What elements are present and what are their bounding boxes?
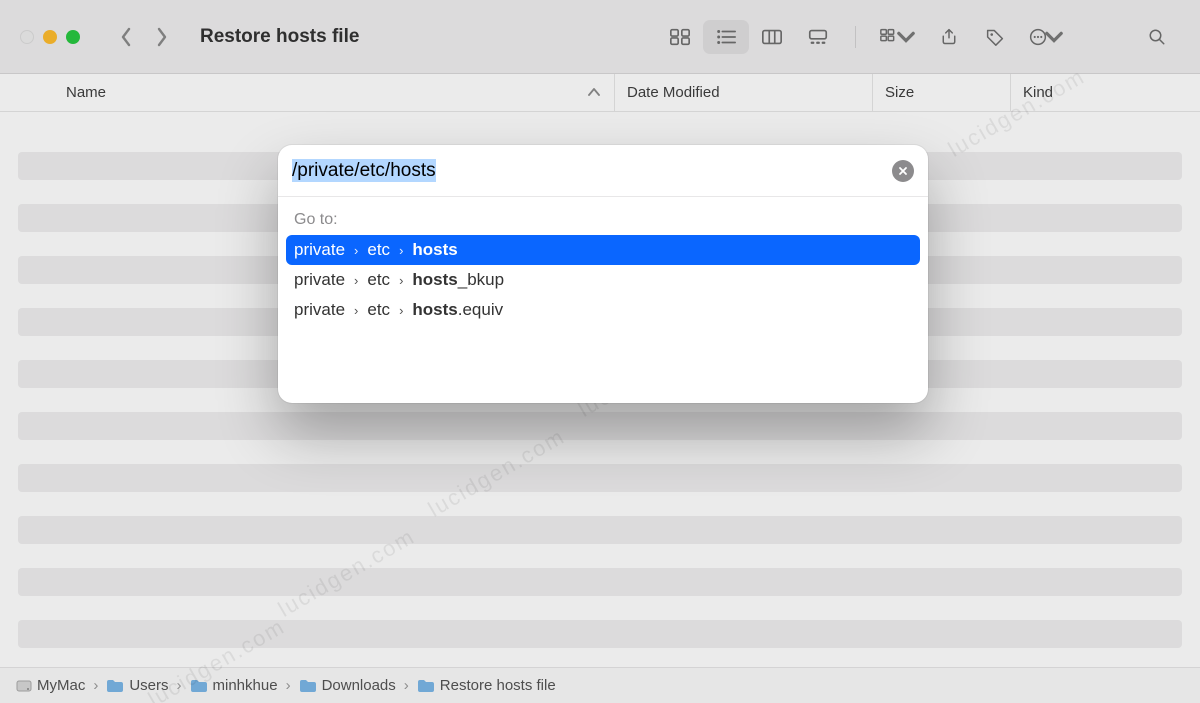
list-item <box>18 412 1182 440</box>
goto-result-item[interactable]: private › etc › hosts <box>286 235 920 265</box>
list-icon <box>715 28 737 46</box>
column-label: Kind <box>1023 84 1053 101</box>
column-label: Name <box>66 84 106 101</box>
goto-result-item[interactable]: private › etc › hosts.equiv <box>286 295 920 325</box>
window-title: Restore hosts file <box>200 26 359 48</box>
action-menu-button[interactable] <box>1018 20 1074 54</box>
folder-icon <box>190 679 208 693</box>
goto-segment: private <box>294 300 345 320</box>
path-bar: MyMac › Users › minhkhue › Downloads › R… <box>0 667 1200 703</box>
toolbar: Restore hosts file <box>0 0 1200 74</box>
chevron-right-icon: › <box>354 303 358 318</box>
goto-match-rest: _bkup <box>458 270 504 289</box>
columns-icon <box>761 28 783 46</box>
path-item-disk[interactable]: MyMac <box>16 677 85 694</box>
column-header-size[interactable]: Size <box>872 74 1010 111</box>
group-by-button[interactable] <box>870 20 926 54</box>
folder-icon <box>417 679 435 693</box>
list-item <box>18 568 1182 596</box>
path-label: Users <box>129 677 168 694</box>
path-label: Downloads <box>322 677 396 694</box>
column-header-date[interactable]: Date Modified <box>614 74 872 111</box>
goto-match-bold: hosts <box>412 270 457 289</box>
column-view-button[interactable] <box>749 20 795 54</box>
search-icon <box>1146 28 1168 46</box>
back-button[interactable] <box>110 21 142 53</box>
icon-view-button[interactable] <box>657 20 703 54</box>
close-window-button[interactable] <box>20 30 34 44</box>
column-label: Size <box>885 84 914 101</box>
gallery-view-button[interactable] <box>795 20 841 54</box>
path-item-folder[interactable]: minhkhue <box>190 677 278 694</box>
chevron-right-icon: › <box>399 273 403 288</box>
folder-icon <box>299 679 317 693</box>
go-to-folder-dialog: /private/etc/hosts Go to: private › etc … <box>278 145 928 403</box>
path-item-folder[interactable]: Restore hosts file <box>417 677 556 694</box>
goto-match-bold: hosts <box>412 300 457 319</box>
view-switcher <box>657 20 841 54</box>
forward-button[interactable] <box>146 21 178 53</box>
clear-input-button[interactable] <box>892 160 914 182</box>
folder-icon <box>106 679 124 693</box>
share-icon <box>938 28 960 46</box>
grid-icon <box>669 28 691 46</box>
chevron-left-icon <box>119 27 133 47</box>
goto-segment: private <box>294 240 345 260</box>
goto-input-row: /private/etc/hosts <box>278 145 928 197</box>
goto-result-item[interactable]: private › etc › hosts_bkup <box>286 265 920 295</box>
list-view-button[interactable] <box>703 20 749 54</box>
toolbar-separator <box>855 26 856 48</box>
goto-input-value: /private/etc/hosts <box>292 159 436 182</box>
goto-segment: private <box>294 270 345 290</box>
search-button[interactable] <box>1134 20 1180 54</box>
goto-match-rest: .equiv <box>458 300 503 319</box>
chevron-right-icon <box>155 27 169 47</box>
chevron-down-icon <box>895 28 917 46</box>
path-label: MyMac <box>37 677 85 694</box>
sort-indicator <box>588 84 600 101</box>
minimize-window-button[interactable] <box>43 30 57 44</box>
list-item <box>18 516 1182 544</box>
gallery-icon <box>807 28 829 46</box>
goto-segment: etc <box>367 270 390 290</box>
nav-arrows <box>110 21 178 53</box>
window-controls <box>20 30 80 44</box>
chevron-right-icon: › <box>399 303 403 318</box>
list-item <box>18 620 1182 648</box>
list-item <box>18 464 1182 492</box>
goto-results: Go to: private › etc › hosts private › e… <box>278 197 928 403</box>
path-item-folder[interactable]: Downloads <box>299 677 396 694</box>
tag-icon <box>984 28 1006 46</box>
chevron-right-icon: › <box>354 243 358 258</box>
column-header-name[interactable]: Name <box>66 84 614 101</box>
goto-section-label: Go to: <box>286 211 920 229</box>
path-item-folder[interactable]: Users <box>106 677 168 694</box>
path-label: Restore hosts file <box>440 677 556 694</box>
zoom-window-button[interactable] <box>66 30 80 44</box>
goto-segment: etc <box>367 300 390 320</box>
share-button[interactable] <box>926 20 972 54</box>
goto-segment: etc <box>367 240 390 260</box>
path-separator: › <box>93 677 98 694</box>
column-header-row: Name Date Modified Size Kind <box>0 74 1200 112</box>
goto-match-bold: hosts <box>412 240 457 260</box>
disk-icon <box>16 678 32 694</box>
path-label: minhkhue <box>213 677 278 694</box>
column-label: Date Modified <box>627 84 720 101</box>
path-separator: › <box>286 677 291 694</box>
chevron-right-icon: › <box>354 273 358 288</box>
path-separator: › <box>177 677 182 694</box>
chevron-down-icon <box>1043 28 1065 46</box>
chevron-right-icon: › <box>399 243 403 258</box>
tags-button[interactable] <box>972 20 1018 54</box>
close-icon <box>898 166 908 176</box>
path-separator: › <box>404 677 409 694</box>
column-header-kind[interactable]: Kind <box>1010 74 1200 111</box>
goto-path-input[interactable]: /private/etc/hosts <box>292 160 892 182</box>
